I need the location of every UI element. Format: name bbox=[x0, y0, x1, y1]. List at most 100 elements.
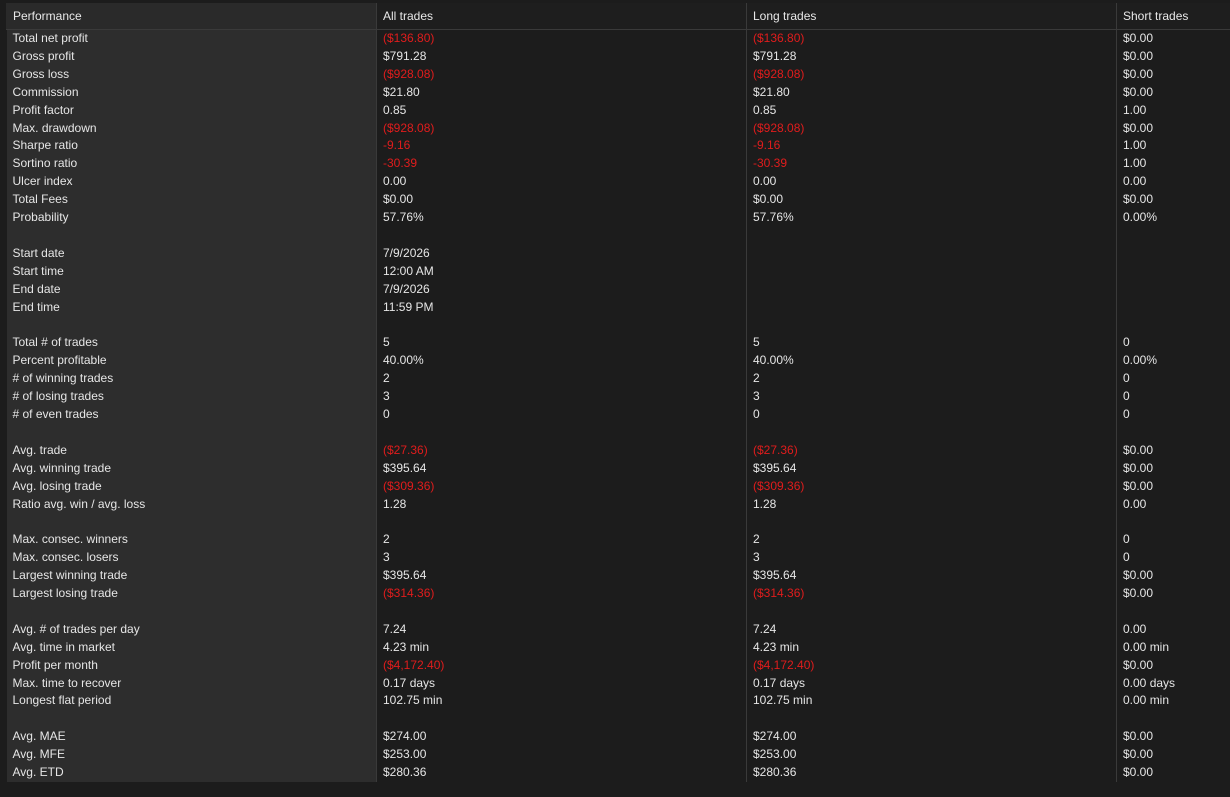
metric-label: Max. time to recover bbox=[6, 674, 377, 693]
table-row: Largest losing trade ($314.36) ($314.36) $0… bbox=[6, 585, 1230, 603]
metric-label: Avg. MFE bbox=[6, 746, 377, 765]
cell-short-trades: 0.00% bbox=[1116, 209, 1230, 227]
cell-long-trades bbox=[746, 262, 1117, 281]
metric-label: Total net profit bbox=[6, 29, 377, 48]
table-row: Longest flat period 102.75 min 102.75 min 0… bbox=[6, 692, 1230, 711]
cell-short-trades: $0.00 bbox=[1116, 656, 1230, 675]
cell-long-trades: 0.00 bbox=[746, 173, 1117, 192]
metric-label: Start time bbox=[6, 262, 377, 281]
cell-all-trades: -30.39 bbox=[376, 155, 747, 174]
table-row: Profit factor 0.85 0.85 1.00 bbox=[6, 101, 1230, 120]
cell-short-trades: 0 bbox=[1116, 406, 1230, 424]
cell-long-trades: 57.76% bbox=[746, 209, 1117, 227]
cell-short-trades bbox=[1116, 280, 1230, 299]
metric-label: Avg. # of trades per day bbox=[6, 620, 377, 639]
cell-all-trades: 0.00 bbox=[376, 173, 747, 192]
table-spacer-row bbox=[6, 226, 1230, 245]
cell-long-trades: 0.85 bbox=[746, 101, 1117, 120]
cell-all-trades: ($136.80) bbox=[376, 29, 747, 48]
cell-short-trades: $0.00 bbox=[1116, 83, 1230, 102]
table-spacer-row bbox=[6, 602, 1230, 621]
cell-short-trades: 0 bbox=[1116, 370, 1230, 389]
table-spacer-row bbox=[6, 423, 1230, 442]
table-row: # of losing trades 3 3 0 bbox=[6, 388, 1230, 406]
cell-long-trades bbox=[746, 710, 1117, 729]
table-spacer-row bbox=[6, 316, 1230, 335]
cell-all-trades: 102.75 min bbox=[376, 692, 747, 711]
table-row: Avg. losing trade ($309.36) ($309.36) $0.00 bbox=[6, 477, 1230, 496]
cell-all-trades: 0 bbox=[376, 406, 747, 424]
cell-all-trades: 3 bbox=[376, 549, 747, 568]
cell-short-trades bbox=[1116, 602, 1230, 621]
cell-long-trades: ($314.36) bbox=[746, 585, 1117, 603]
cell-long-trades bbox=[746, 602, 1117, 621]
table-row: Profit per month ($4,172.40) ($4,172.40) $0… bbox=[6, 656, 1230, 675]
metric-label: Avg. trade bbox=[6, 441, 377, 460]
cell-all-trades: 11:59 PM bbox=[376, 298, 747, 317]
metric-label: Avg. winning trade bbox=[6, 459, 377, 478]
table-row: Probability 57.76% 57.76% 0.00% bbox=[6, 209, 1230, 227]
cell-all-trades: $395.64 bbox=[376, 459, 747, 478]
column-header-all-trades[interactable]: All trades bbox=[376, 3, 747, 30]
cell-short-trades: $0.00 bbox=[1116, 441, 1230, 460]
cell-short-trades: $0.00 bbox=[1116, 65, 1230, 84]
metric-label: Total Fees bbox=[6, 191, 377, 210]
metric-label: Start date bbox=[6, 244, 377, 263]
table-row: Total net profit ($136.80) ($136.80) $0.00 bbox=[6, 29, 1230, 48]
cell-short-trades: 1.00 bbox=[1116, 101, 1230, 120]
cell-short-trades: 0.00 bbox=[1116, 620, 1230, 639]
cell-all-trades: 0.17 days bbox=[376, 674, 747, 693]
metric-label: Gross profit bbox=[6, 47, 377, 66]
cell-long-trades: 4.23 min bbox=[746, 638, 1117, 657]
table-row: Largest winning trade $395.64 $395.64 $0.00 bbox=[6, 567, 1230, 586]
cell-long-trades: $395.64 bbox=[746, 567, 1117, 586]
cell-short-trades: 0.00 days bbox=[1116, 674, 1230, 693]
table-header: Performance All trades Long trades Short… bbox=[6, 3, 1230, 30]
cell-all-trades: $280.36 bbox=[376, 764, 747, 782]
cell-long-trades: 40.00% bbox=[746, 352, 1117, 371]
metric-label bbox=[6, 226, 377, 245]
cell-short-trades: 0 bbox=[1116, 531, 1230, 550]
metric-label: Gross loss bbox=[6, 65, 377, 84]
cell-all-trades: $395.64 bbox=[376, 567, 747, 586]
metric-label: Avg. time in market bbox=[6, 638, 377, 657]
cell-long-trades bbox=[746, 280, 1117, 299]
cell-all-trades bbox=[376, 316, 747, 335]
cell-long-trades: ($928.08) bbox=[746, 119, 1117, 138]
cell-short-trades bbox=[1116, 710, 1230, 729]
cell-long-trades: 102.75 min bbox=[746, 692, 1117, 711]
cell-all-trades: 12:00 AM bbox=[376, 262, 747, 281]
cell-all-trades: ($4,172.40) bbox=[376, 656, 747, 675]
metric-label: End time bbox=[6, 298, 377, 317]
cell-all-trades bbox=[376, 423, 747, 442]
metric-label: Avg. MAE bbox=[6, 728, 377, 747]
cell-all-trades: 7/9/2026 bbox=[376, 280, 747, 299]
column-header-long-trades[interactable]: Long trades bbox=[746, 3, 1117, 30]
cell-all-trades: $274.00 bbox=[376, 728, 747, 747]
cell-all-trades bbox=[376, 226, 747, 245]
cell-short-trades: 0.00% bbox=[1116, 352, 1230, 371]
column-header-performance[interactable]: Performance bbox=[6, 3, 377, 30]
column-header-short-trades[interactable]: Short trades bbox=[1116, 3, 1230, 30]
metric-label: Ratio avg. win / avg. loss bbox=[6, 495, 377, 514]
table-spacer-row bbox=[6, 710, 1230, 729]
cell-all-trades: ($928.08) bbox=[376, 65, 747, 84]
cell-long-trades bbox=[746, 316, 1117, 335]
metric-label: Longest flat period bbox=[6, 692, 377, 711]
table-row: Sharpe ratio -9.16 -9.16 1.00 bbox=[6, 137, 1230, 156]
cell-short-trades: 1.00 bbox=[1116, 155, 1230, 174]
metric-label: Max. consec. winners bbox=[6, 531, 377, 550]
table-row: Total Fees $0.00 $0.00 $0.00 bbox=[6, 191, 1230, 210]
table-row: Avg. ETD $280.36 $280.36 $0.00 bbox=[6, 764, 1230, 782]
metric-label: # of winning trades bbox=[6, 370, 377, 389]
cell-long-trades: 2 bbox=[746, 370, 1117, 389]
cell-short-trades: $0.00 bbox=[1116, 29, 1230, 48]
table-row: Ulcer index 0.00 0.00 0.00 bbox=[6, 173, 1230, 192]
cell-short-trades: 0.00 bbox=[1116, 173, 1230, 192]
table-row: Ratio avg. win / avg. loss 1.28 1.28 0.00 bbox=[6, 495, 1230, 514]
table-row: Avg. winning trade $395.64 $395.64 $0.00 bbox=[6, 459, 1230, 478]
table-row: Percent profitable 40.00% 40.00% 0.00% bbox=[6, 352, 1230, 371]
metric-label bbox=[6, 710, 377, 729]
cell-all-trades: 7/9/2026 bbox=[376, 244, 747, 263]
cell-long-trades: $280.36 bbox=[746, 764, 1117, 782]
